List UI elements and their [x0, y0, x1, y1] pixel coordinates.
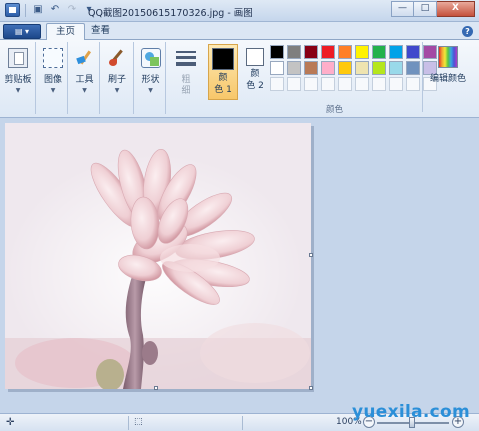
- edit-colors-button[interactable]: 编辑颜色: [427, 46, 469, 84]
- title-bar: ▣ ↶ ↷ ▾ QQ截图20150615170326.jpg - 画图 — □ …: [0, 0, 479, 22]
- chevron-down-icon: ▼: [148, 87, 153, 94]
- tab-view[interactable]: 查看: [82, 23, 119, 41]
- divider: [422, 42, 423, 112]
- resize-handle-right[interactable]: [309, 253, 313, 257]
- divider: [25, 3, 26, 17]
- edit-colors-label: 编辑颜色: [429, 74, 466, 84]
- palette-color-swatch[interactable]: [338, 61, 352, 75]
- divider: [128, 416, 129, 430]
- image-label: 图像: [43, 75, 62, 85]
- chevron-down-icon: ▼: [82, 87, 87, 94]
- palette-color-swatch[interactable]: [321, 45, 335, 59]
- tools-button[interactable]: 工具 ▼: [71, 48, 98, 94]
- select-image-icon: [43, 48, 63, 68]
- color-palette: [270, 45, 438, 91]
- palette-color-swatch[interactable]: [372, 61, 386, 75]
- tools-group: 工具 ▼: [68, 42, 100, 114]
- size-label: 粗 细: [181, 75, 191, 96]
- color-1-swatch: [212, 48, 234, 70]
- color-2-label: 颜 色 2: [246, 69, 264, 91]
- brush-icon: [107, 48, 127, 68]
- palette-color-swatch[interactable]: [389, 45, 403, 59]
- palette-color-swatch[interactable]: [406, 45, 420, 59]
- palette-custom-swatch[interactable]: [270, 77, 284, 91]
- shapes-button[interactable]: 形状 ▼: [137, 48, 164, 94]
- palette-color-swatch[interactable]: [355, 45, 369, 59]
- image-canvas[interactable]: [5, 123, 311, 389]
- size-button[interactable]: 粗 细: [172, 48, 200, 97]
- undo-icon[interactable]: ↶: [48, 3, 62, 17]
- brushes-group: 刷子 ▼: [100, 42, 134, 114]
- palette-color-swatch[interactable]: [304, 45, 318, 59]
- save-icon[interactable]: ▣: [31, 3, 45, 17]
- palette-custom-swatch[interactable]: [372, 77, 386, 91]
- shapes-label: 形状: [141, 75, 160, 85]
- palette-color-swatch[interactable]: [270, 61, 284, 75]
- ribbon-tab-row: ▤ ▾ 主页 查看 ?: [0, 22, 479, 41]
- resize-handle-corner[interactable]: [309, 386, 313, 390]
- palette-color-swatch[interactable]: [270, 45, 284, 59]
- clipboard-button[interactable]: 剪贴板 ▼: [4, 48, 32, 94]
- clipboard-group: 剪贴板 ▼: [0, 42, 36, 114]
- palette-custom-swatch[interactable]: [338, 77, 352, 91]
- palette-custom-swatch[interactable]: [304, 77, 318, 91]
- shapes-icon: [140, 48, 161, 68]
- color-1-button[interactable]: 颜 色 1: [208, 44, 238, 100]
- chevron-down-icon: ▼: [15, 87, 21, 94]
- quick-access-toolbar: ▣ ↶ ↷ ▾: [5, 3, 96, 17]
- color-2-swatch: [246, 48, 264, 66]
- chevron-down-icon: ▼: [114, 87, 120, 94]
- watermark: yuexila.com: [352, 402, 471, 422]
- color-1-label: 颜 色 1: [214, 73, 232, 95]
- size-group: 粗 细: [166, 42, 206, 114]
- tools-label: 工具: [75, 75, 94, 85]
- paint-app-icon[interactable]: [5, 3, 20, 17]
- palette-custom-swatch[interactable]: [321, 77, 335, 91]
- tab-home[interactable]: 主页: [46, 23, 86, 41]
- palette-color-swatch[interactable]: [355, 61, 369, 75]
- palette-custom-swatch[interactable]: [406, 77, 420, 91]
- pencil-icon: [75, 48, 95, 68]
- shapes-group: 形状 ▼: [134, 42, 166, 114]
- palette-color-swatch[interactable]: [321, 61, 335, 75]
- palette-color-swatch[interactable]: [389, 61, 403, 75]
- image-group: 图像 ▼: [36, 42, 68, 114]
- redo-icon[interactable]: ↷: [65, 3, 79, 17]
- palette-color-swatch[interactable]: [287, 61, 301, 75]
- palette-color-swatch[interactable]: [287, 45, 301, 59]
- paint-menu-button[interactable]: ▤ ▾: [3, 24, 41, 39]
- help-icon[interactable]: ?: [462, 26, 473, 37]
- cursor-position-icon: ✛: [6, 417, 15, 428]
- minimize-button[interactable]: —: [391, 1, 414, 17]
- palette-custom-swatch[interactable]: [355, 77, 369, 91]
- colors-group-label: 颜色: [326, 105, 344, 115]
- edit-colors-icon: [438, 46, 458, 68]
- brushes-button[interactable]: 刷子 ▼: [103, 48, 131, 94]
- divider: [242, 416, 243, 430]
- ribbon: 剪贴板 ▼ 图像 ▼ 工具 ▼ 刷子 ▼ 形状 ▼ 粗 细 颜 色 1 颜 色 …: [0, 40, 479, 118]
- clipboard-label: 剪贴板: [4, 75, 32, 85]
- palette-color-swatch[interactable]: [304, 61, 318, 75]
- palette-custom-swatch[interactable]: [287, 77, 301, 91]
- image-button[interactable]: 图像 ▼: [40, 48, 66, 94]
- close-button[interactable]: X: [437, 1, 475, 17]
- resize-handle-bottom[interactable]: [154, 386, 158, 390]
- brushes-label: 刷子: [107, 75, 126, 85]
- window-controls: — □ X: [391, 1, 475, 17]
- line-width-icon: [176, 51, 196, 71]
- succulent-photo: [5, 123, 311, 389]
- clipboard-icon: [8, 48, 28, 68]
- palette-custom-swatch[interactable]: [389, 77, 403, 91]
- palette-color-swatch[interactable]: [338, 45, 352, 59]
- selection-size-icon: ⬚: [134, 417, 143, 427]
- color-2-button[interactable]: 颜 色 2: [240, 44, 270, 100]
- palette-color-swatch[interactable]: [372, 45, 386, 59]
- chevron-down-icon: ▼: [50, 87, 56, 94]
- palette-color-swatch[interactable]: [406, 61, 420, 75]
- window-title: QQ截图20150615170326.jpg - 画图: [88, 8, 253, 19]
- maximize-button[interactable]: □: [414, 1, 437, 17]
